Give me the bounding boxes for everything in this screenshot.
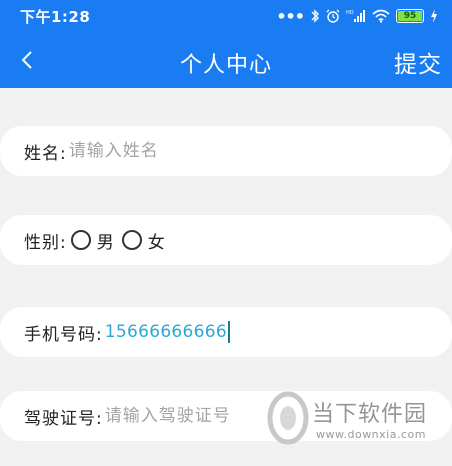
name-label: 姓名: bbox=[24, 143, 67, 164]
text-cursor bbox=[228, 321, 231, 343]
notification-dots: ••• bbox=[276, 6, 305, 26]
radio-unchecked-icon[interactable] bbox=[121, 230, 142, 250]
wifi-icon bbox=[372, 9, 390, 23]
name-row: 姓名: bbox=[0, 126, 452, 176]
gender-option-female[interactable]: 女 bbox=[121, 228, 165, 253]
phone-input[interactable]: 15666666666 bbox=[105, 322, 227, 342]
nav-bar: 个人中心 提交 bbox=[0, 32, 452, 88]
gender-option-male[interactable]: 男 bbox=[70, 228, 114, 253]
gender-option-label: 女 bbox=[147, 232, 165, 253]
radio-unchecked-icon[interactable] bbox=[70, 230, 91, 250]
status-icons: ••• HD 95 bbox=[276, 5, 438, 27]
bluetooth-icon bbox=[311, 9, 319, 23]
status-bar: 下午1:28 ••• HD 95 bbox=[0, 0, 452, 32]
gender-row: 性别: 男 女 bbox=[0, 215, 452, 265]
hd-signal-icon: HD bbox=[346, 10, 365, 22]
page-title: 个人中心 bbox=[179, 53, 272, 78]
status-time: 下午1:28 bbox=[20, 8, 91, 26]
watermark-text: 当下软件园 bbox=[312, 402, 428, 427]
svg-text:HD: HD bbox=[346, 10, 354, 16]
watermark-logo-icon bbox=[267, 391, 309, 445]
license-label: 驾驶证号: bbox=[24, 408, 103, 429]
submit-button[interactable]: 提交 bbox=[394, 45, 442, 79]
charging-icon bbox=[431, 9, 437, 23]
name-input[interactable] bbox=[68, 141, 299, 161]
watermark: 当下软件园 www.downxia.com bbox=[266, 384, 452, 466]
phone-row: 手机号码: 15666666666 bbox=[0, 307, 452, 357]
phone-label: 手机号码: bbox=[24, 324, 103, 345]
alarm-icon bbox=[326, 9, 340, 23]
battery-icon: 95 bbox=[396, 9, 424, 23]
gender-option-label: 男 bbox=[96, 232, 114, 253]
gender-label: 性别: bbox=[24, 232, 67, 253]
watermark-url: www.downxia.com bbox=[316, 428, 426, 441]
battery-level: 95 bbox=[398, 11, 422, 21]
